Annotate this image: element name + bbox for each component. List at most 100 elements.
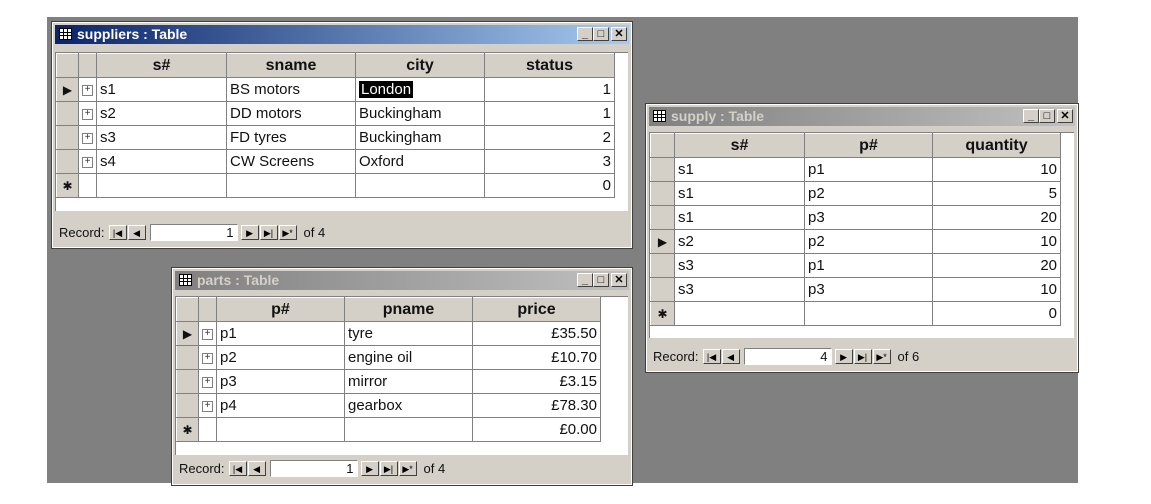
new-record-button[interactable]: ▶* xyxy=(278,224,297,240)
close-button[interactable]: ✕ xyxy=(1057,109,1073,123)
new-record-icon[interactable]: ✱ xyxy=(176,417,199,442)
cell[interactable]: p3 xyxy=(804,205,933,230)
cell[interactable]: p2 xyxy=(216,345,345,370)
table-row[interactable]: ▶ + s1 BS motors London 1 xyxy=(56,77,615,102)
cell[interactable]: CW Screens xyxy=(226,149,356,174)
next-record-button[interactable]: ▶ xyxy=(240,224,259,240)
minimize-button[interactable]: _ xyxy=(577,27,593,41)
table-row[interactable]: + s3 FD tyres Buckingham 2 xyxy=(56,125,615,150)
expand-icon[interactable]: + xyxy=(202,377,213,388)
cell[interactable]: £3.15 xyxy=(472,369,601,394)
cell[interactable]: gearbox xyxy=(344,393,473,418)
column-header[interactable]: price xyxy=(472,297,601,322)
minimize-button[interactable]: _ xyxy=(1023,109,1039,123)
table-row[interactable]: + p3 mirror £3.15 xyxy=(176,369,601,394)
cell[interactable]: 10 xyxy=(932,157,1061,182)
minimize-button[interactable]: _ xyxy=(577,273,593,287)
record-selector[interactable] xyxy=(650,205,675,230)
cell[interactable]: 10 xyxy=(932,277,1061,302)
previous-record-button[interactable]: ◀ xyxy=(247,460,266,476)
record-selector-icon[interactable]: ▶ xyxy=(176,321,199,346)
close-button[interactable]: ✕ xyxy=(611,27,627,41)
selected-text[interactable]: London xyxy=(359,81,414,98)
cell[interactable]: £78.30 xyxy=(472,393,601,418)
suppliers-datasheet[interactable]: s# sname city status ▶ + s1 BS motors Lo… xyxy=(55,52,628,211)
cell[interactable]: tyre xyxy=(344,321,473,346)
cell[interactable]: London xyxy=(355,77,485,102)
cell[interactable]: s2 xyxy=(674,229,805,254)
cell[interactable]: mirror xyxy=(344,369,473,394)
cell[interactable]: s1 xyxy=(674,181,805,206)
record-selector[interactable] xyxy=(56,149,79,174)
last-record-button[interactable]: ▶| xyxy=(259,224,278,240)
cell[interactable]: Buckingham xyxy=(355,125,485,150)
new-record-icon[interactable]: ✱ xyxy=(56,173,79,198)
cell[interactable]: engine oil xyxy=(344,345,473,370)
table-row[interactable]: + p4 gearbox £78.30 xyxy=(176,393,601,418)
column-header[interactable]: p# xyxy=(804,133,933,158)
cell[interactable]: p3 xyxy=(216,369,345,394)
expand-icon[interactable]: + xyxy=(202,401,213,412)
table-row[interactable]: s3 p3 10 xyxy=(650,277,1061,302)
cell[interactable]: Oxford xyxy=(355,149,485,174)
suppliers-titlebar[interactable]: suppliers : Table _ □ ✕ xyxy=(55,25,629,44)
next-record-button[interactable]: ▶ xyxy=(360,460,379,476)
record-selector[interactable] xyxy=(56,125,79,150)
new-record-icon[interactable]: ✱ xyxy=(650,301,675,326)
cell[interactable]: s1 xyxy=(674,157,805,182)
cell[interactable]: s1 xyxy=(96,77,227,102)
cell[interactable]: s2 xyxy=(96,101,227,126)
expand-icon[interactable]: + xyxy=(82,85,93,96)
cell[interactable]: 20 xyxy=(932,253,1061,278)
expand-icon[interactable]: + xyxy=(82,133,93,144)
first-record-button[interactable]: |◀ xyxy=(108,224,127,240)
record-selector[interactable] xyxy=(650,181,675,206)
cell[interactable]: s3 xyxy=(674,277,805,302)
new-record-row[interactable]: ✱ 0 xyxy=(56,173,615,198)
cell[interactable]: 0 xyxy=(484,173,615,198)
expand-icon[interactable]: + xyxy=(82,157,93,168)
maximize-button[interactable]: □ xyxy=(593,27,609,41)
close-button[interactable]: ✕ xyxy=(611,273,627,287)
record-selector-icon[interactable]: ▶ xyxy=(56,77,79,102)
cell[interactable]: p2 xyxy=(804,229,933,254)
cell[interactable]: p3 xyxy=(804,277,933,302)
parts-table-window[interactable]: parts : Table _ □ ✕ p# pname price ▶ + p… xyxy=(171,267,633,486)
parts-titlebar[interactable]: parts : Table _ □ ✕ xyxy=(175,271,629,290)
cell[interactable]: 1 xyxy=(484,101,615,126)
new-record-row[interactable]: ✱ 0 xyxy=(650,301,1061,326)
column-header[interactable]: s# xyxy=(96,53,227,78)
cell[interactable]: Buckingham xyxy=(355,101,485,126)
parts-datasheet[interactable]: p# pname price ▶ + p1 tyre £35.50 + p2 e… xyxy=(175,296,628,455)
table-row[interactable]: s1 p1 10 xyxy=(650,157,1061,182)
record-number-input[interactable]: 1 xyxy=(149,223,238,241)
column-header[interactable]: sname xyxy=(226,53,356,78)
cell[interactable]: DD motors xyxy=(226,101,356,126)
table-row[interactable]: ▶ + p1 tyre £35.50 xyxy=(176,321,601,346)
record-selector[interactable] xyxy=(176,369,199,394)
cell[interactable]: p1 xyxy=(804,253,933,278)
cell[interactable]: 3 xyxy=(484,149,615,174)
table-row[interactable]: s3 p1 20 xyxy=(650,253,1061,278)
record-selector-icon[interactable]: ▶ xyxy=(650,229,675,254)
previous-record-button[interactable]: ◀ xyxy=(127,224,146,240)
supply-titlebar[interactable]: supply : Table _ □ ✕ xyxy=(649,107,1075,126)
cell[interactable]: s4 xyxy=(96,149,227,174)
record-selector[interactable] xyxy=(56,101,79,126)
table-row[interactable]: ▶ s2 p2 10 xyxy=(650,229,1061,254)
record-number-input[interactable]: 4 xyxy=(743,347,832,365)
cell[interactable]: £35.50 xyxy=(472,321,601,346)
table-row[interactable]: + s4 CW Screens Oxford 3 xyxy=(56,149,615,174)
new-record-button[interactable]: ▶* xyxy=(872,348,891,364)
new-record-button[interactable]: ▶* xyxy=(398,460,417,476)
expand-icon[interactable]: + xyxy=(202,329,213,340)
first-record-button[interactable]: |◀ xyxy=(228,460,247,476)
record-selector[interactable] xyxy=(650,157,675,182)
expand-icon[interactable]: + xyxy=(202,353,213,364)
last-record-button[interactable]: ▶| xyxy=(379,460,398,476)
cell[interactable]: FD tyres xyxy=(226,125,356,150)
record-number-input[interactable]: 1 xyxy=(269,459,358,477)
table-row[interactable]: + s2 DD motors Buckingham 1 xyxy=(56,101,615,126)
cell[interactable]: 2 xyxy=(484,125,615,150)
cell[interactable]: BS motors xyxy=(226,77,356,102)
